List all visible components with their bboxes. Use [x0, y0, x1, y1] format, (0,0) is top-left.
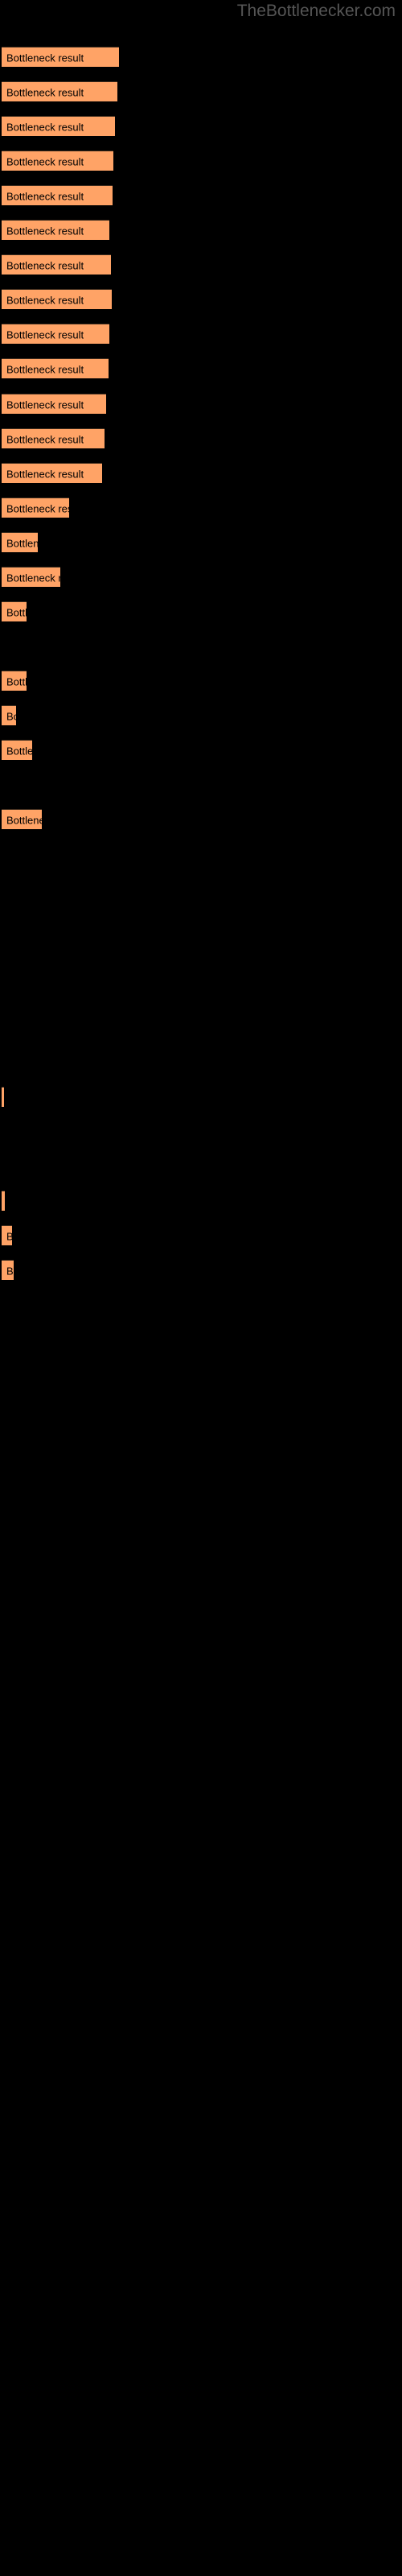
bar-label-clip: Bottleneck result [2, 671, 27, 691]
bar-bottleneck-result[interactable]: Bottleneck result [2, 1191, 5, 1211]
bar-bottleneck-result[interactable]: Bottleneck result [2, 394, 106, 414]
bar-label: Bottleneck result [6, 225, 84, 237]
bar-label-clip: Bottleneck result [2, 255, 111, 275]
bar-bottleneck-result[interactable]: Bottleneck result [2, 740, 32, 760]
bar-label-clip: Bottleneck result [2, 533, 38, 553]
bar-label: Bottleneck result [6, 86, 84, 98]
bar-label-clip: Bottleneck result [2, 117, 115, 137]
bar-label: Bottleneck result [6, 433, 84, 445]
bar-label-clip: Bottleneck result [2, 741, 32, 761]
bar-bottleneck-result[interactable]: Bottleneck result [2, 1087, 4, 1107]
bar-bottleneck-result[interactable]: Bottleneck result [2, 254, 111, 275]
bar-bottleneck-result[interactable]: Bottleneck result [2, 428, 105, 448]
bar-bottleneck-result[interactable]: Bottleneck result [2, 289, 112, 309]
bar-label: Bottleneck result [6, 675, 27, 687]
bar-label: Bottleneck result [6, 52, 84, 64]
bar-label-clip: Bottleneck result [2, 186, 113, 206]
bar-label-clip: Bottleneck result [2, 602, 27, 622]
bar-label-clip: Bottleneck result [2, 429, 105, 449]
bar-bottleneck-result[interactable]: Bottleneck result [2, 705, 16, 725]
bar-label-clip: Bottleneck result [2, 1261, 14, 1281]
bar-label-clip: Bottleneck result [2, 359, 109, 379]
bar-label: Bottleneck result [6, 328, 84, 341]
bar-bottleneck-result[interactable]: Bottleneck result [2, 1225, 12, 1245]
bar-label: Bottleneck result [6, 1265, 14, 1277]
bar-label: Bottleneck result [6, 363, 84, 375]
bar-label-clip: Bottleneck result [2, 810, 42, 830]
bar-label-clip: Bottleneck result [2, 1191, 5, 1212]
bar-label: Bottleneck result [6, 572, 60, 584]
bar-bottleneck-result[interactable]: Bottleneck result [2, 47, 119, 67]
bar-label-clip: Bottleneck result [2, 221, 109, 241]
bar-label-clip: Bottleneck result [2, 151, 113, 171]
bar-bottleneck-result[interactable]: Bottleneck result [2, 81, 117, 101]
bar-label-clip: Bottleneck result [2, 464, 102, 484]
bar-bottleneck-result[interactable]: Bottleneck result [2, 497, 69, 518]
bar-label: Bottleneck result [6, 606, 27, 618]
bar-bottleneck-result[interactable]: Bottleneck result [2, 601, 27, 621]
bar-label: Bottleneck result [6, 398, 84, 411]
bar-label: Bottleneck result [6, 190, 84, 202]
bar-label: Bottleneck result [6, 1230, 12, 1242]
bar-bottleneck-result[interactable]: Bottleneck result [2, 220, 109, 240]
bar-bottleneck-result[interactable]: Bottleneck result [2, 185, 113, 205]
bar-bottleneck-result[interactable]: Bottleneck result [2, 151, 113, 171]
bar-bottleneck-result[interactable]: Bottleneck result [2, 809, 42, 829]
bar-label-clip: Bottleneck result [2, 290, 112, 310]
bar-label: Bottleneck result [6, 468, 84, 480]
bar-label: Bottleneck result [6, 155, 84, 167]
bar-label: Bottleneck result [6, 502, 69, 514]
bar-label-clip: Bottleneck result [2, 1088, 4, 1108]
bar-label-clip: Bottleneck result [2, 394, 106, 415]
bar-label: Bottleneck result [6, 294, 84, 306]
bar-label-clip: Bottleneck result [2, 568, 60, 588]
bar-label: Bottleneck result [6, 745, 32, 757]
bar-label: Bottleneck result [6, 814, 42, 826]
bar-bottleneck-result[interactable]: Bottleneck result [2, 463, 102, 483]
bar-label-clip: Bottleneck result [2, 82, 117, 102]
bar-label: Bottleneck result [6, 537, 38, 549]
bar-bottleneck-result[interactable]: Bottleneck result [2, 116, 115, 136]
horizontal-bar-chart-plot-area: Bottleneck result Bottleneck result Bottle… [0, 0, 402, 2576]
bar-bottleneck-result[interactable]: Bottleneck result [2, 671, 27, 691]
bar-label-clip: Bottleneck result [2, 47, 119, 68]
bar-bottleneck-result[interactable]: Bottleneck result [2, 567, 60, 587]
bar-label: Bottleneck result [6, 259, 84, 271]
bar-label-clip: Bottleneck result [2, 1226, 12, 1246]
bar-label-clip: Bottleneck result [2, 706, 16, 726]
bar-bottleneck-result[interactable]: Bottleneck result [2, 1260, 14, 1280]
chart-page: TheBottlenecker.com Bottleneck result Bot… [0, 0, 402, 2576]
bar-label-clip: Bottleneck result [2, 324, 109, 345]
bar-bottleneck-result[interactable]: Bottleneck result [2, 532, 38, 552]
bar-label: Bottleneck result [6, 121, 84, 133]
bar-bottleneck-result[interactable]: Bottleneck result [2, 358, 109, 378]
bar-label: Bottleneck result [6, 710, 16, 722]
bar-label-clip: Bottleneck result [2, 498, 69, 518]
bar-bottleneck-result[interactable]: Bottleneck result [2, 324, 109, 344]
